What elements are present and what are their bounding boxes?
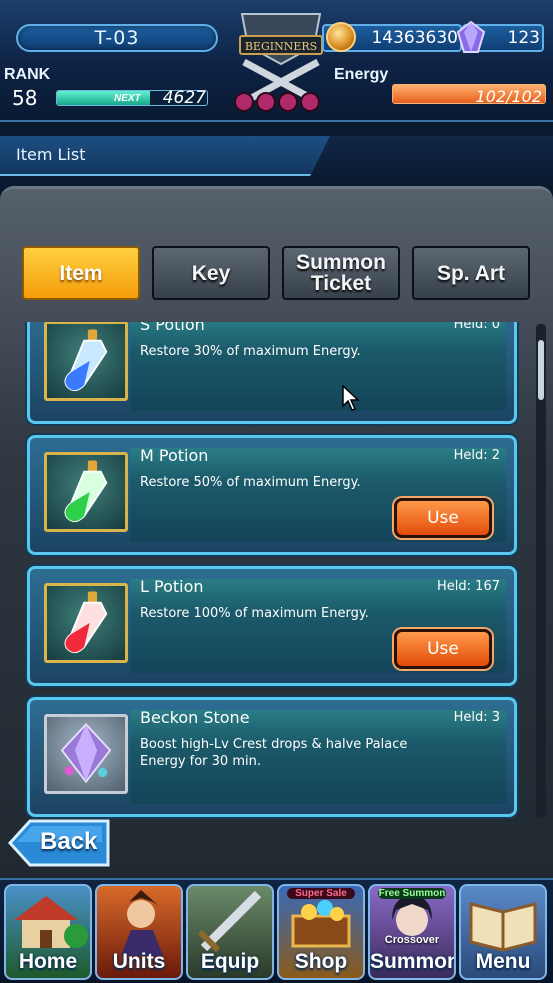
page-title: Item List [16,145,86,164]
nav-label: Summon [370,950,456,973]
crest-text: BEGINNERS [245,40,317,53]
card-body [130,322,506,411]
item-name: S Potion [140,322,205,334]
potion-red-icon [44,583,128,663]
book-icon [469,902,537,952]
item-held-count: Held: 2 [453,448,500,463]
use-button[interactable]: Use [394,498,492,538]
beckon-stone-icon [44,714,128,794]
coin-icon [326,22,356,52]
tab-sp-art[interactable]: Sp. Art [412,246,530,300]
hero-icon [121,890,163,956]
item-description: Restore 100% of maximum Energy. [140,606,369,621]
sword-icon [197,890,262,953]
exp-next-value: 4627 [162,88,206,108]
gem-icon [456,20,486,53]
energy-value: 102/102 [475,87,542,106]
item-list[interactable]: S Potion Held: 0 Restore 30% of maximum … [0,322,530,822]
nav-label: Home [18,950,78,973]
gem-amount: 123 [507,28,540,48]
tab-summon-ticket[interactable]: Summon Ticket [282,246,400,300]
item-description: Boost high-Lv Crest drops & halve Palace… [140,737,408,769]
potion-green-icon [44,452,128,532]
item-held-count: Held: 0 [453,322,500,332]
rank-value: 58 [12,86,38,110]
item-name: L Potion [140,577,204,596]
beginners-crest-icon: BEGINNERS [234,13,323,112]
mouse-cursor-icon [342,385,360,411]
super-sale-badge: Super Sale [287,888,355,899]
potion-blue-icon [44,322,128,401]
tab-item[interactable]: Item [22,246,140,300]
nav-menu[interactable]: Menu [459,884,547,980]
tab-key[interactable]: Key [152,246,270,300]
exp-next-label: NEXT [114,93,141,104]
item-name: M Potion [140,446,209,465]
use-button[interactable]: Use [394,629,492,669]
list-item: M Potion Held: 2 Restore 50% of maximum … [27,435,517,555]
coin-amount: 14363630 [371,28,458,48]
item-name: Beckon Stone [140,708,250,727]
nav-label: Shop [294,950,348,973]
nav-label: Equip [200,950,260,973]
scrollbar-thumb[interactable] [538,340,544,400]
nav-summon[interactable]: Free Summon Crossover Summon [368,884,456,980]
list-item: S Potion Held: 0 Restore 30% of maximum … [27,322,517,424]
free-summon-badge: Free Summon [378,888,446,899]
nav-shop[interactable]: Super Sale Shop [277,884,365,980]
nav-home[interactable]: Home [4,884,92,980]
item-description: Restore 50% of maximum Energy. [140,475,361,490]
energy-label: Energy [334,66,389,83]
list-item: Beckon Stone Held: 3 Boost high-Lv Crest… [27,697,517,817]
rank-label: RANK [4,66,51,83]
nav-label: Units [112,950,166,973]
crossover-label: Crossover [384,934,440,946]
stage-label: T-03 [16,24,218,52]
item-held-count: Held: 167 [437,579,500,594]
item-held-count: Held: 3 [453,710,500,725]
list-item: L Potion Held: 167 Restore 100% of maxim… [27,566,517,686]
house-icon [14,896,88,948]
nav-label: Menu [475,950,531,973]
nav-units[interactable]: Units [95,884,183,980]
nav-equip[interactable]: Equip [186,884,274,980]
item-description: Restore 30% of maximum Energy. [140,344,361,359]
back-button-label: Back [40,828,98,855]
